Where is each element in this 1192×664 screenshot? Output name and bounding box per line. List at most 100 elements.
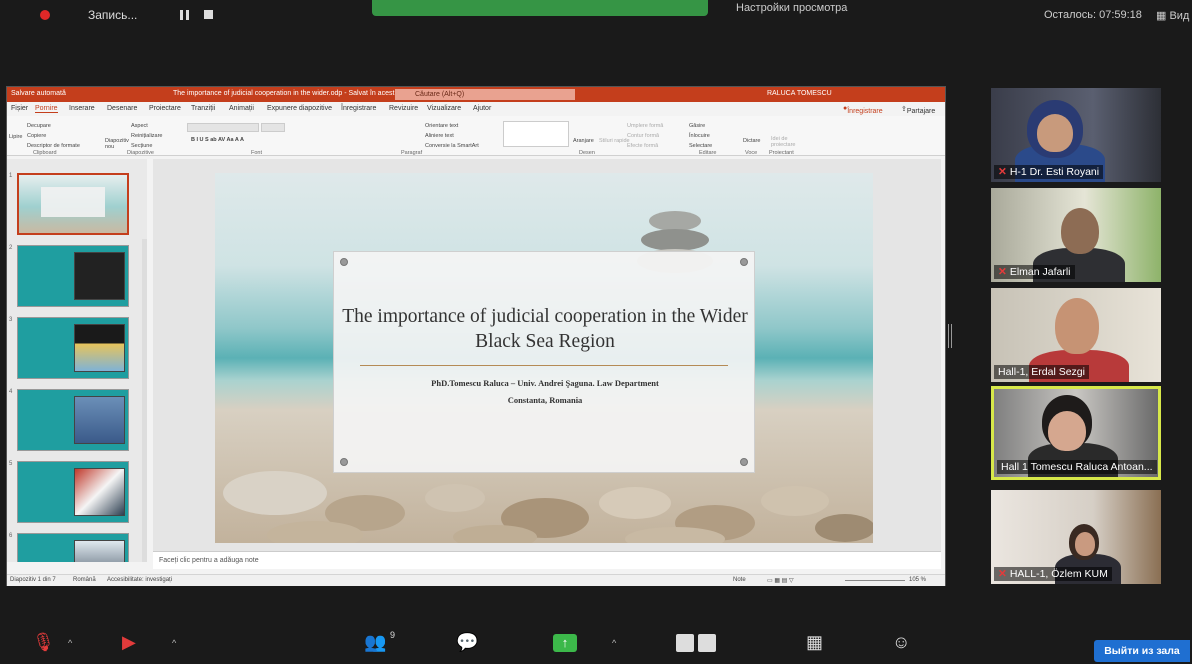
smartart-button[interactable]: Conversie la SmartArt (425, 143, 479, 149)
participant-tile-5[interactable]: ✕ HALL-1, Özlem KUM (991, 490, 1161, 584)
title-divider (360, 365, 728, 366)
participant-tile-1[interactable]: ✕ H-1 Dr. Esti Royani (991, 88, 1161, 182)
layout-view-button[interactable]: ▦ Вид (1156, 9, 1189, 22)
view-options-menu[interactable]: Настройки просмотра (736, 2, 847, 14)
drawing-group-label: Desen (579, 150, 595, 156)
camera-off-icon[interactable]: ▶ (122, 632, 136, 653)
slide-title[interactable]: The importance of judicial cooperation i… (334, 304, 756, 354)
zoom-slider[interactable] (845, 580, 905, 581)
thumb-number: 4 (9, 389, 13, 395)
pause-recording-icon[interactable] (180, 10, 190, 20)
slide-author[interactable]: PhD.Tomescu Raluca – Univ. Andrei Şaguna… (334, 378, 756, 388)
tab-transitions[interactable]: Tranziții (191, 105, 215, 112)
font-format-buttons[interactable]: B I U S ab AV Aa A A (191, 137, 244, 143)
tab-home[interactable]: Pornire (35, 105, 58, 113)
cut-button[interactable]: Decupare (27, 123, 51, 129)
participant-tile-2[interactable]: ✕ Elman Jafarli (991, 188, 1161, 282)
font-name-select[interactable] (187, 123, 259, 132)
format-painter-button[interactable]: Descriptor de formate (27, 143, 80, 149)
current-slide[interactable]: The importance of judicial cooperation i… (215, 173, 873, 543)
design-ideas-button[interactable]: Idei de proiectare (771, 136, 799, 148)
zoom-top-bar: Запись... Настройки просмотра Осталось: … (0, 0, 1192, 32)
notes-pane[interactable]: Faceți clic pentru a adăuga note (153, 551, 941, 569)
share-button[interactable]: ⇪ Partajare (901, 105, 935, 115)
layout-label: Вид (1169, 10, 1190, 22)
slide-thumbnail-3[interactable] (17, 317, 129, 379)
slide-location[interactable]: Constanta, Romania (334, 395, 756, 405)
tab-file[interactable]: Fișier (11, 105, 28, 112)
notes-toggle[interactable]: Note (733, 577, 746, 583)
tab-design[interactable]: Proiectare (149, 105, 181, 112)
apps-icon[interactable]: ▦ (806, 632, 823, 653)
stop-recording-icon[interactable] (204, 10, 213, 19)
ppt-title-bar: Salvare automată The importance of judic… (7, 87, 945, 102)
chevron-up-icon[interactable]: ^ (612, 638, 616, 648)
chevron-up-icon[interactable]: ^ (172, 638, 176, 648)
screen-share-banner[interactable] (372, 0, 708, 16)
new-slide-button[interactable]: Diapozitiv nou (105, 138, 129, 150)
slide-thumbnail-5[interactable] (17, 461, 129, 523)
tab-help[interactable]: Ajutor (473, 105, 491, 112)
recording-controls[interactable] (676, 634, 716, 652)
mic-muted-icon[interactable]: 🎙 (32, 632, 55, 653)
clipboard-group-label: Clipboard (33, 150, 57, 156)
select-button[interactable]: Selectare (689, 143, 712, 149)
layout-button[interactable]: Aspect (131, 123, 148, 129)
participants-icon[interactable]: 👥 (364, 632, 386, 653)
chevron-up-icon[interactable]: ^ (68, 638, 72, 648)
tab-insert[interactable]: Inserare (69, 105, 95, 112)
participant-tile-4[interactable]: Hall 1 Tomescu Raluca Antoan... (991, 386, 1161, 480)
dictate-button[interactable]: Dictare (743, 138, 760, 144)
section-button[interactable]: Secțiune (131, 143, 152, 149)
recording-icon (40, 10, 50, 20)
replace-button[interactable]: Înlocuire (689, 133, 710, 139)
thumbnail-scrollbar[interactable] (142, 239, 147, 562)
tab-review[interactable]: Revizuire (389, 105, 418, 112)
tab-draw[interactable]: Desenare (107, 105, 137, 112)
share-screen-icon[interactable]: ↑ (553, 634, 577, 652)
font-size-select[interactable] (261, 123, 285, 132)
paste-button[interactable]: Lipire (9, 134, 22, 140)
participant-tile-3[interactable]: Hall-1, Erdal Sezgi (991, 288, 1161, 382)
shape-fill-button[interactable]: Umplere formă (627, 123, 663, 129)
view-buttons[interactable]: ▭ ▦ ▤ ▽ (767, 577, 794, 584)
shape-effects-button[interactable]: Efecte formă (627, 143, 658, 149)
reactions-icon[interactable]: ☺ (892, 632, 910, 653)
arrange-button[interactable]: Aranjare (573, 138, 594, 144)
align-text-button[interactable]: Aliniere text (425, 133, 454, 139)
slide-thumbnail-1[interactable] (17, 173, 129, 235)
zoom-level[interactable]: 105 % (909, 577, 926, 583)
accessibility-indicator[interactable]: Accesibilitate: investigați (107, 577, 172, 583)
document-title: The importance of judicial cooperation i… (173, 90, 407, 97)
language-indicator[interactable]: Română (73, 577, 96, 583)
search-box[interactable]: Căutare (Alt+Q) (395, 89, 575, 100)
participant-name: ✕ HALL-1, Özlem KUM (994, 567, 1112, 581)
editing-group-label: Editare (699, 150, 717, 156)
find-button[interactable]: Găsire (689, 123, 705, 129)
tab-view[interactable]: Vizualizare (427, 105, 461, 112)
tab-slideshow[interactable]: Expunere diapozitive (267, 105, 332, 112)
reset-button[interactable]: Reinițializare (131, 133, 163, 139)
font-group-label: Font (251, 150, 263, 156)
chat-icon[interactable]: 💬 (456, 632, 478, 653)
title-card: The importance of judicial cooperation i… (333, 251, 755, 473)
slide-thumbnail-6[interactable] (17, 533, 129, 562)
record-button[interactable]: ● Înregistrare (843, 105, 883, 115)
autosave-toggle[interactable]: Salvare automată (11, 90, 66, 97)
slide-thumbnail-4[interactable] (17, 389, 129, 451)
quick-styles-button[interactable]: Stiluri rapide (599, 138, 630, 144)
zoom-toolbar: 🎙 ^ ▶ ^ 👥 9 💬 ↑ ^ ▦ ☺ (0, 622, 1192, 664)
shape-outline-button[interactable]: Contur formă (627, 133, 659, 139)
tab-animations[interactable]: Animații (229, 105, 254, 112)
copy-button[interactable]: Copiere (27, 133, 46, 139)
slide-thumbnail-2[interactable] (17, 245, 129, 307)
panel-splitter[interactable] (948, 324, 952, 348)
thumb-number: 2 (9, 245, 13, 251)
shapes-gallery[interactable] (503, 121, 569, 147)
text-direction-button[interactable]: Orientare text (425, 123, 458, 129)
leave-meeting-button[interactable]: Выйти из зала (1094, 640, 1190, 662)
bolt-icon (340, 258, 348, 266)
user-name[interactable]: RALUCA TOMESCU (767, 90, 832, 97)
tab-recording[interactable]: Înregistrare (341, 105, 376, 112)
thumb-number: 5 (9, 461, 13, 467)
